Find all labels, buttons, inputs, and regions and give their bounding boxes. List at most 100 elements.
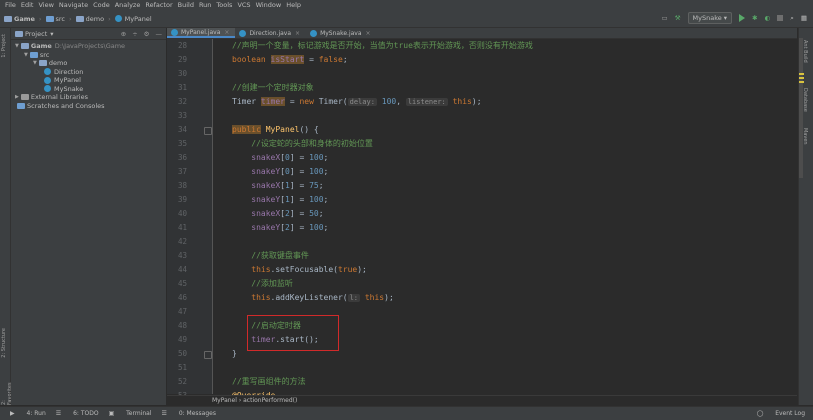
breadcrumb-mypanel[interactable]: MyPanel	[125, 15, 152, 23]
fold-icon[interactable]	[204, 351, 212, 359]
event-log-button[interactable]: ◯ Event Log	[757, 410, 805, 417]
code-line[interactable]: 37 snakeY[0] = 100;	[167, 165, 797, 179]
tool-tab-project[interactable]: 1: Project	[1, 34, 7, 58]
error-stripe-mark[interactable]	[799, 81, 804, 83]
menu-item-help[interactable]: Help	[286, 1, 301, 9]
menu-item-build[interactable]: Build	[178, 1, 194, 9]
code-line[interactable]: 44 this.setFocusable(true);	[167, 263, 797, 277]
editor-tab[interactable]: MyPanel.java ×	[167, 28, 236, 38]
gear-icon[interactable]: ⚙	[144, 30, 150, 38]
run-icon[interactable]	[739, 14, 746, 22]
tool-tab-maven[interactable]: Maven	[802, 128, 808, 145]
breadcrumb-project[interactable]: Game	[14, 15, 35, 23]
tree-node[interactable]: ▼ demo	[11, 59, 166, 68]
collapse-icon[interactable]: ÷	[132, 30, 137, 38]
line-number: 52	[177, 377, 187, 386]
code-line[interactable]: 29 boolean isStart = false;	[167, 53, 797, 67]
menu-item-refactor[interactable]: Refactor	[145, 1, 172, 9]
chevron-down-icon[interactable]: ▾	[50, 30, 53, 38]
tree-node[interactable]: ▼ Game D:\JavaProjects\Game	[11, 42, 166, 51]
close-icon[interactable]: ×	[366, 30, 371, 37]
tree-node[interactable]: MyPanel	[11, 76, 166, 85]
code-line[interactable]: 34 public MyPanel() {	[167, 123, 797, 137]
expand-icon[interactable]: ▼	[24, 52, 28, 58]
stop-icon[interactable]	[777, 15, 784, 21]
run-tool-button[interactable]: ▶ 4: Run	[10, 410, 46, 417]
tree-node[interactable]: Direction	[11, 68, 166, 77]
tool-tab-ant-build[interactable]: Ant Build	[802, 40, 808, 63]
tree-node[interactable]: ▼ src	[11, 51, 166, 60]
folder-icon	[4, 15, 12, 22]
menu-item-window[interactable]: Window	[256, 1, 282, 9]
coverage-icon[interactable]: ◐	[765, 14, 771, 22]
code-line[interactable]: 35 //设定蛇的头部和身体的初始位置	[167, 137, 797, 151]
code-line[interactable]: 36 snakeX[0] = 100;	[167, 151, 797, 165]
close-icon[interactable]: ×	[295, 30, 300, 37]
menu-item-edit[interactable]: Edit	[21, 1, 34, 9]
debug-icon[interactable]: ✱	[752, 14, 757, 22]
code-line[interactable]: 51	[167, 361, 797, 375]
line-number: 37	[177, 167, 187, 176]
error-stripe-mark[interactable]	[799, 77, 804, 79]
breadcrumb: Game › src › demo › MyPanel	[4, 15, 152, 23]
todo-tool-button[interactable]: ☰ 6: TODO	[56, 410, 99, 417]
messages-tool-button[interactable]: ☰ 0: Messages	[162, 410, 216, 417]
hide-icon[interactable]: —	[156, 30, 163, 38]
scratch-icon	[17, 102, 25, 109]
build-hammer-icon[interactable]: ⚒	[675, 14, 681, 22]
project-view-select[interactable]: Project	[25, 30, 47, 38]
line-number: 39	[177, 195, 187, 204]
code-line[interactable]: 33	[167, 109, 797, 123]
code-text: snakeY[0] = 100;	[251, 167, 329, 176]
menu-item-vcs[interactable]: VCS	[237, 1, 250, 9]
menu-item-run[interactable]: Run	[199, 1, 211, 9]
code-line[interactable]: 52 //重写画组件的方法	[167, 375, 797, 389]
status-bar: ▶ 4: Run ☰ 6: TODO ▣ Terminal ☰ 0: Messa…	[0, 406, 813, 420]
tree-node[interactable]: ▶ External Libraries	[11, 93, 166, 102]
menu-item-file[interactable]: File	[5, 1, 16, 9]
editor-breadcrumb[interactable]: MyPanel › actionPerformed()	[167, 395, 797, 405]
bookmark-icon[interactable]: ▦	[801, 14, 807, 22]
code-line[interactable]: 43 //获取键盘事件	[167, 249, 797, 263]
menu-item-analyze[interactable]: Analyze	[115, 1, 141, 9]
tool-tab-structure[interactable]: 2: Structure	[1, 328, 7, 358]
editor-tab[interactable]: MySnake.java ×	[306, 28, 376, 38]
run-configuration-select[interactable]: MySnake ▾	[687, 12, 733, 24]
line-number: 31	[177, 83, 187, 92]
menu-item-view[interactable]: View	[38, 1, 53, 9]
layout-icon[interactable]: ▭	[662, 14, 668, 22]
code-line[interactable]: 30	[167, 67, 797, 81]
menu-item-navigate[interactable]: Navigate	[59, 1, 88, 9]
fold-icon[interactable]	[204, 127, 212, 135]
code-line[interactable]: 46 this.addKeyListener(l: this);	[167, 291, 797, 305]
editor-tab-label: MySnake.java	[320, 29, 362, 37]
expand-icon[interactable]: ▼	[33, 60, 37, 66]
tree-node[interactable]: MySnake	[11, 85, 166, 94]
search-icon[interactable]: ⌕	[790, 14, 794, 23]
breadcrumb-demo[interactable]: demo	[86, 15, 104, 23]
expand-icon[interactable]: ▶	[15, 94, 19, 100]
tool-tab-database[interactable]: Database	[802, 88, 808, 112]
close-icon[interactable]: ×	[224, 29, 229, 36]
code-line[interactable]: 41 snakeY[2] = 100;	[167, 221, 797, 235]
error-stripe-mark[interactable]	[799, 73, 804, 75]
terminal-tool-button[interactable]: ▣ Terminal	[109, 410, 152, 417]
menu-item-code[interactable]: Code	[93, 1, 110, 9]
breadcrumb-src[interactable]: src	[56, 15, 66, 23]
tree-node[interactable]: Scratches and Consoles	[11, 102, 166, 111]
expand-icon[interactable]: ▼	[15, 43, 19, 49]
line-number: 41	[177, 223, 187, 232]
code-line[interactable]: 31 //创建一个定时器对象	[167, 81, 797, 95]
menu-item-tools[interactable]: Tools	[216, 1, 232, 9]
editor-tab[interactable]: Direction.java ×	[235, 28, 306, 38]
code-line[interactable]: 45 //添加监听	[167, 277, 797, 291]
code-line[interactable]: 28 //声明一个变量，标记游戏是否开始，当值为true表示开始游戏，否则没有开始…	[167, 39, 797, 53]
code-line[interactable]: 38 snakeX[1] = 75;	[167, 179, 797, 193]
run-config-label: MySnake	[692, 14, 722, 22]
code-line[interactable]: 42	[167, 235, 797, 249]
code-line[interactable]: 32 Timer timer = new Timer(delay: 100, li…	[167, 95, 797, 109]
code-line[interactable]: 39 snakeY[1] = 100;	[167, 193, 797, 207]
locate-icon[interactable]: ⊕	[121, 30, 126, 38]
code-line[interactable]: 40 snakeX[2] = 50;	[167, 207, 797, 221]
code-text: snakeY[1] = 100;	[251, 195, 329, 204]
